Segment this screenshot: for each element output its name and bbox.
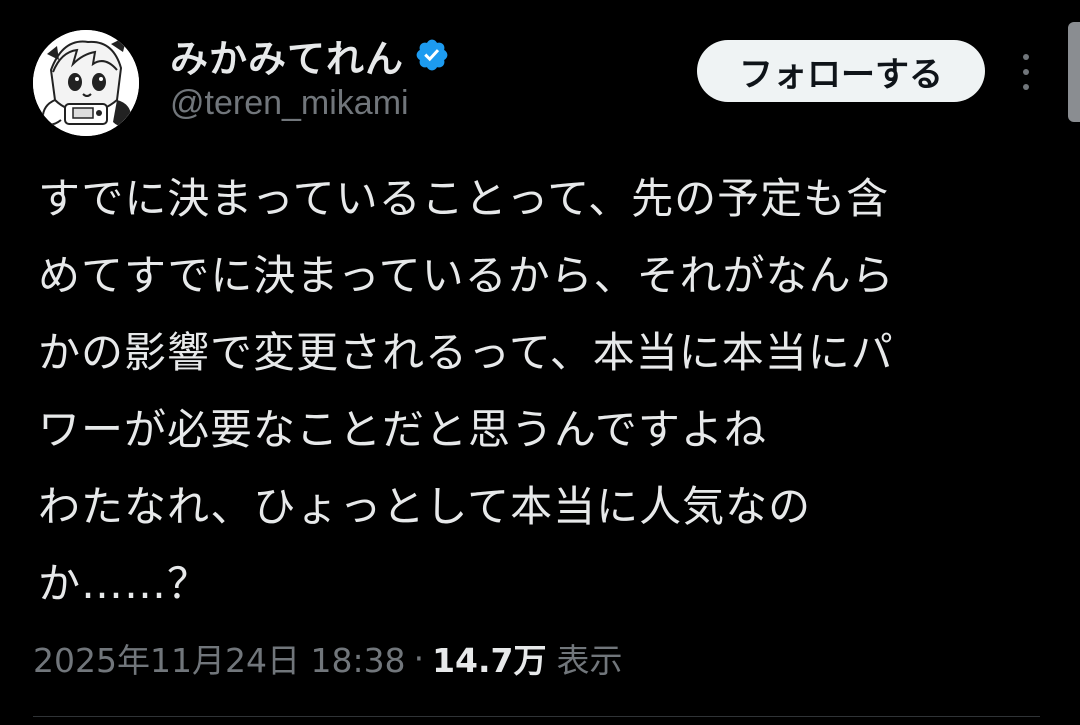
- author-handle[interactable]: @teren_mikami: [170, 84, 409, 123]
- more-vertical-icon[interactable]: [1018, 52, 1034, 92]
- author-name-row: みかみてれん: [170, 28, 450, 83]
- scrollbar-thumb[interactable]: [1068, 22, 1080, 122]
- display-name[interactable]: みかみてれん: [170, 28, 404, 83]
- tweet-meta: 2025年11月24日 18:38 · 14.7万 表示: [33, 630, 622, 686]
- tweet-text-line: めてすでに決まっているから、それがなんら: [38, 251, 895, 300]
- more-dot: [1023, 84, 1029, 90]
- tweet-text-line: か……？: [38, 559, 211, 608]
- more-dot: [1023, 69, 1029, 75]
- tweet-text-line: すでに決まっていることって、先の予定も含: [38, 174, 890, 223]
- more-dot: [1023, 54, 1029, 60]
- avatar[interactable]: [33, 30, 139, 136]
- tweet-text-line: ワーが必要なことだと思うんですよね: [38, 405, 767, 454]
- avatar-illustration: [33, 30, 139, 136]
- follow-button[interactable]: フォローする: [697, 40, 985, 102]
- views-count: 14.7万: [432, 641, 547, 680]
- meta-separator: ·: [413, 638, 425, 678]
- verified-badge-icon[interactable]: [414, 37, 450, 73]
- tweet-text-line: わたなれ、ひょっとして本当に人気なの: [38, 482, 812, 531]
- tweet-text: すでに決まっていることって、先の予定も含 めてすでに決まっているから、それがなん…: [38, 160, 1038, 622]
- tweet-text-line: かの影響で変更されるって、本当に本当にパ: [38, 328, 894, 377]
- tweet-timestamp[interactable]: 2025年11月24日 18:38: [33, 634, 406, 682]
- views-label: 表示: [556, 641, 623, 680]
- divider: [33, 716, 1040, 717]
